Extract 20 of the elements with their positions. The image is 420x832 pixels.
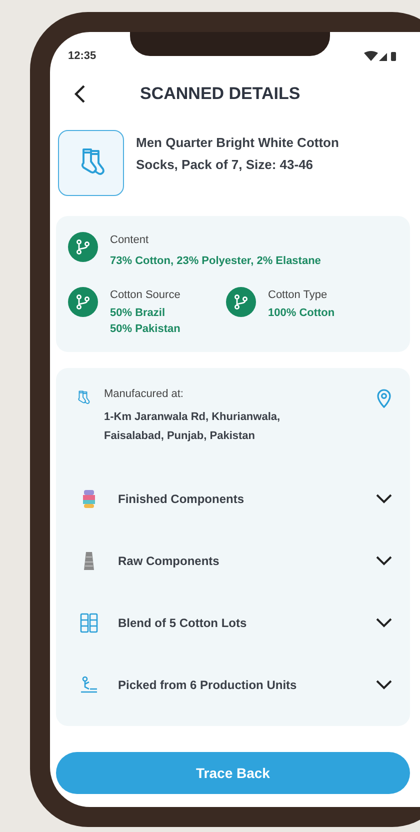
accordion-row[interactable]: Blend of 5 Cotton Lots — [74, 592, 392, 654]
manufacturer-address: 1-Km Jaranwala Rd, Khurianwala, Faisalabad, Punjab, Pakistan — [104, 410, 282, 444]
status-time: 12:35 — [68, 48, 96, 64]
fact-value: 50% Brazil — [110, 306, 166, 320]
accordion-row[interactable]: Picked from 6 Production Units — [74, 654, 392, 716]
content-value: 73% Cotton, 23% Polyester, 2% Elastane — [110, 254, 321, 268]
fact-label: Cotton Type — [268, 288, 328, 303]
fact-value: 100% Cotton — [268, 306, 335, 320]
section-label: Blend of 5 Cotton Lots — [118, 615, 248, 632]
section-label: Raw Components — [118, 553, 220, 570]
section-label: Finished Components — [118, 491, 245, 508]
fact-label: Cotton Source — [110, 288, 180, 303]
accordion-row[interactable]: Finished Components — [74, 468, 392, 530]
page-title: SCANNED DETAILS — [140, 83, 300, 106]
manufacturer-label: Manufacured at: — [104, 386, 184, 402]
product-name: Men Quarter Bright White Cotton Socks, Pack of 7, Size: 43-46 — [136, 134, 340, 174]
accordion-row[interactable]: Raw Components — [74, 530, 392, 592]
content-label: Content — [110, 233, 150, 248]
section-label: Picked from 6 Production Units — [118, 677, 298, 694]
fact-value: 50% Pakistan — [110, 322, 180, 336]
